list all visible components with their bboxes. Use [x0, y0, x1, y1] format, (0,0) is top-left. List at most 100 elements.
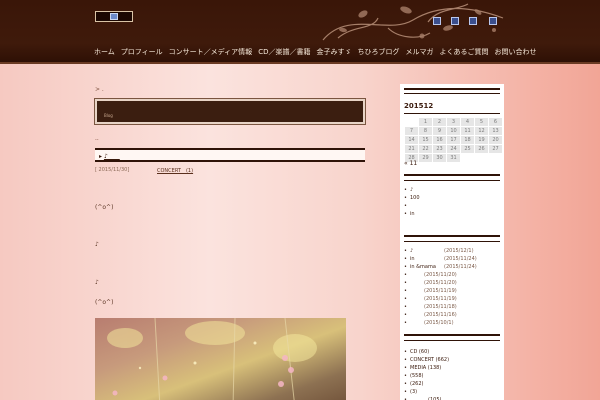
article-title: in &mama [410, 264, 436, 270]
calendar-day[interactable]: 21 [405, 145, 418, 153]
article-date: (2015/11/20) [424, 272, 457, 278]
calendar-day[interactable]: 15 [419, 136, 432, 144]
category-link[interactable]: (3) [404, 388, 502, 396]
calendar-day[interactable]: 18 [461, 136, 474, 144]
recent-article-link[interactable]: (2015/11/18) [404, 303, 502, 311]
calendar-day[interactable]: 3 [447, 118, 460, 126]
article-date: (2015/11/18) [424, 304, 457, 310]
calendar-day[interactable]: 17 [447, 136, 460, 144]
calendar-day[interactable]: 16 [433, 136, 446, 144]
recent-article-link[interactable]: (2015/11/20) [404, 271, 502, 279]
calendar-day [405, 118, 418, 126]
calendar-day[interactable]: 31 [447, 154, 460, 162]
calendar-day[interactable]: 4 [461, 118, 474, 126]
entry-category-link[interactable]: CONCERT (1) [157, 167, 193, 174]
recent-article-link[interactable]: ♪ (2015/12/1) [404, 247, 502, 255]
header-badge[interactable] [95, 11, 133, 22]
recent-article-link[interactable]: in &mama (2015/11/24) [404, 263, 502, 271]
calendar-day[interactable]: 30 [433, 154, 446, 162]
recent-article-link[interactable]: (2015/11/20) [404, 279, 502, 287]
nav-home[interactable]: ホーム [94, 46, 115, 58]
calendar-day[interactable]: 8 [419, 127, 432, 135]
recent-article-link[interactable]: in (2015/11/24) [404, 255, 502, 263]
entry-title-bar: ▸ ♪ [95, 148, 365, 162]
entry-date: [ 2015/11/30] [95, 167, 130, 173]
recent-entry-link[interactable]: in [404, 210, 502, 218]
sidebar-divider [404, 180, 500, 181]
sidebar-divider [404, 174, 500, 176]
recent-article-link[interactable]: (2015/11/16) [404, 311, 502, 319]
calendar-day[interactable]: 1 [419, 118, 432, 126]
recent-entry-link[interactable] [404, 202, 502, 210]
category-link[interactable]: (105) [404, 396, 502, 400]
calendar-day [461, 154, 474, 162]
calendar-day[interactable]: 14 [405, 136, 418, 144]
calendar-day[interactable]: 6 [489, 118, 502, 126]
nav-mail-magazine[interactable]: メルマガ [405, 46, 433, 58]
nav-cd-scores-books[interactable]: CD／楽譜／書籍 [258, 46, 310, 58]
main-nav: ホーム プロフィール コンサート／メディア情報 CD／楽譜／書籍 金子みすゞ ち… [94, 46, 542, 58]
nav-contact[interactable]: お問い合わせ [494, 46, 536, 58]
calendar-week: 28 29 30 31 [405, 154, 502, 162]
nav-profile[interactable]: プロフィール [121, 46, 163, 58]
category-link[interactable]: CONCERT (662) [404, 356, 502, 364]
calendar-week: 21 22 23 24 25 26 27 [405, 145, 502, 153]
calendar-day[interactable]: 13 [489, 127, 502, 135]
article-title: ♪ [410, 248, 414, 254]
calendar-week: 7 8 9 10 11 12 13 [405, 127, 502, 135]
calendar-day[interactable]: 9 [433, 127, 446, 135]
entry-photo[interactable] [95, 318, 346, 400]
sidebar-divider [404, 113, 500, 114]
recent-article-link[interactable]: (2015/11/19) [404, 287, 502, 295]
calendar-day[interactable]: 23 [433, 145, 446, 153]
calendar-day[interactable]: 27 [489, 145, 502, 153]
entry-title-link[interactable]: ♪ [104, 153, 120, 160]
header-icon-2[interactable] [451, 17, 459, 25]
header-icon-1[interactable] [433, 17, 441, 25]
entry-text: (^o^) [95, 204, 114, 211]
calendar-day[interactable]: 2 [433, 118, 446, 126]
recent-article-link[interactable]: (2015/11/19) [404, 295, 502, 303]
header-icon-4[interactable] [489, 17, 497, 25]
blog-banner: Blog [94, 98, 366, 125]
category-link[interactable]: MEDIA (138) [404, 364, 502, 372]
recent-entry-link[interactable]: ♪ [404, 186, 502, 194]
calendar-day [489, 154, 502, 162]
calendar-day[interactable]: 22 [419, 145, 432, 153]
entry-title-marker: ▸ [99, 153, 103, 160]
calendar-day[interactable]: 26 [475, 145, 488, 153]
flower-photo-icon [107, 318, 317, 400]
calendar-day[interactable]: 7 [405, 127, 418, 135]
sidebar-divider [404, 88, 500, 90]
calendar-day[interactable]: 24 [447, 145, 460, 153]
category-link[interactable]: (262) [404, 380, 502, 388]
calendar-day[interactable]: 11 [461, 127, 474, 135]
entry-text: ♪ [95, 241, 99, 248]
nav-faq[interactable]: よくあるご質問 [439, 46, 488, 58]
header-icon-3[interactable] [469, 17, 477, 25]
calendar-day[interactable]: 19 [475, 136, 488, 144]
article-date: (2015/11/24) [444, 264, 477, 270]
calendar-day[interactable]: 10 [447, 127, 460, 135]
article-date: (2015/12/1) [444, 248, 474, 254]
article-date: (2015/11/20) [424, 280, 457, 286]
calendar-day [475, 154, 488, 162]
calendar-day[interactable]: 5 [475, 118, 488, 126]
calendar-day[interactable]: 29 [419, 154, 432, 162]
calendar-day[interactable]: 20 [489, 136, 502, 144]
calendar-week: 123456 [405, 118, 502, 126]
nav-kaneko-misuzu[interactable]: 金子みすゞ [316, 46, 351, 58]
category-link[interactable]: (558) [404, 372, 502, 380]
calendar-day[interactable]: 12 [475, 127, 488, 135]
nav-concert-media[interactable]: コンサート／メディア情報 [169, 46, 253, 58]
recent-article-link[interactable]: (2015/10/1) [404, 319, 502, 327]
entry-text: (^o^) [95, 299, 114, 306]
recent-entry-link[interactable]: 100 [404, 194, 502, 202]
breadcrumb[interactable]: > . [95, 86, 104, 93]
nav-blog[interactable]: ちひろブログ [357, 46, 399, 58]
section-marker: .. [95, 135, 99, 142]
category-link[interactable]: CD (60) [404, 348, 502, 356]
entry-meta: [ 2015/11/30] CONCERT (1) [95, 167, 365, 174]
calendar-day[interactable]: 25 [461, 145, 474, 153]
calendar-prev-link[interactable]: « 11 [404, 160, 417, 167]
